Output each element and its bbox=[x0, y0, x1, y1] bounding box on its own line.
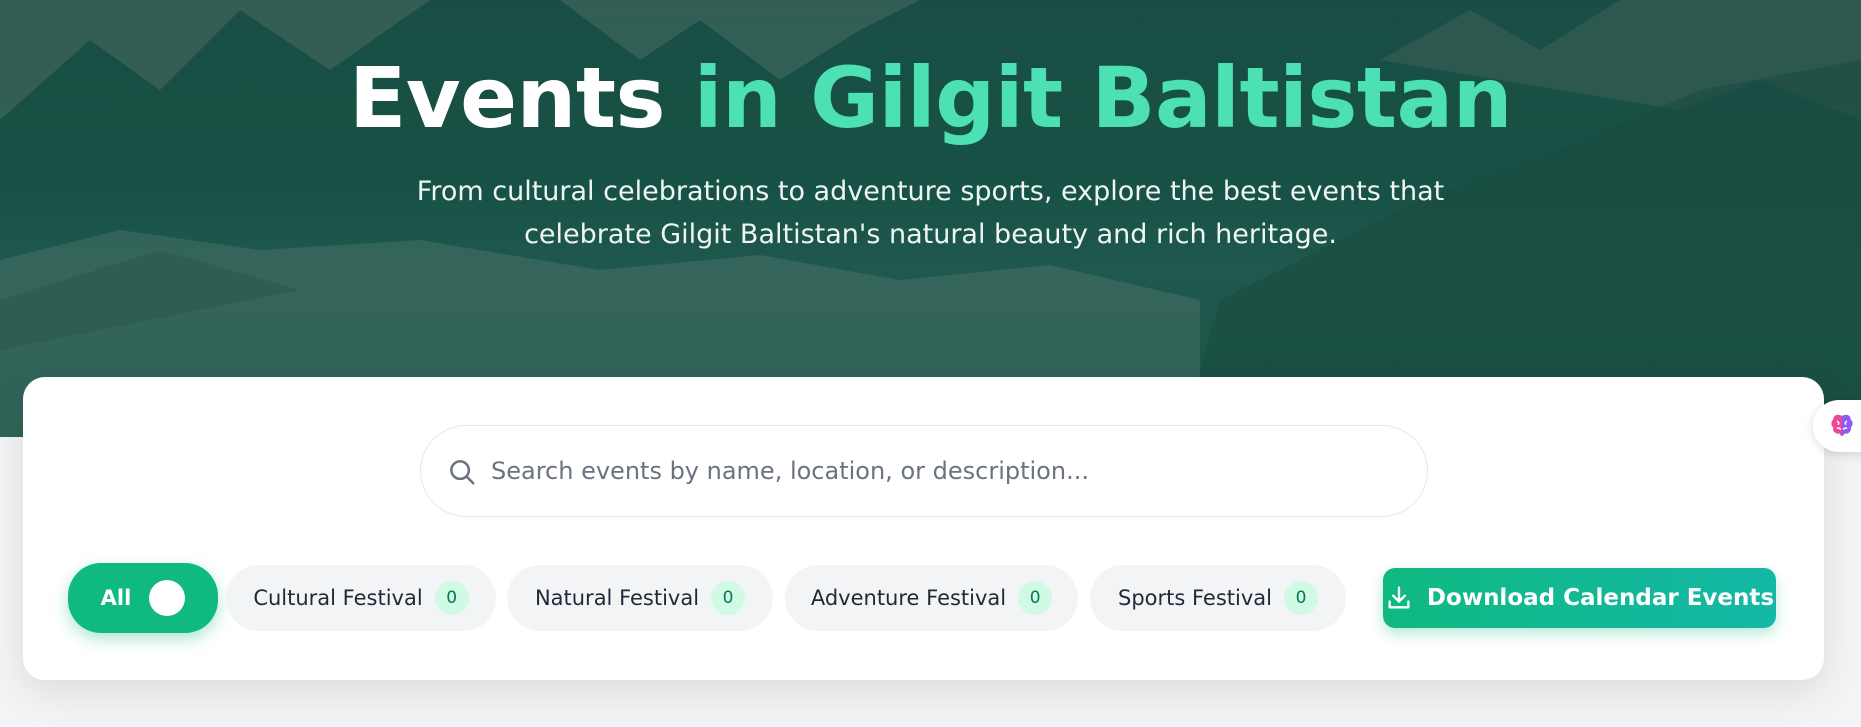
download-icon bbox=[1388, 586, 1410, 609]
filter-natural-festival[interactable]: Natural Festival 0 bbox=[507, 565, 773, 631]
search-icon bbox=[450, 460, 475, 485]
page-title: Events in Gilgit Baltistan bbox=[0, 44, 1861, 152]
subtitle-line-2: celebrate Gilgit Baltistan's natural bea… bbox=[524, 219, 1337, 250]
toggle-knob bbox=[149, 580, 186, 616]
download-label: Download Calendar Events bbox=[1426, 585, 1775, 611]
subtitle-line-1: From cultural celebrations to adventure … bbox=[416, 176, 1445, 207]
filter-label: Adventure Festival bbox=[810, 586, 1007, 610]
filter-adventure-festival[interactable]: Adventure Festival 0 bbox=[785, 565, 1078, 631]
search-bar bbox=[420, 425, 1428, 517]
filter-count-badge: 0 bbox=[711, 581, 746, 615]
filter-count-badge: 0 bbox=[1018, 581, 1053, 615]
filter-card: All Cultural Festival 0 Natural Festival… bbox=[23, 377, 1824, 680]
filter-count-badge: 0 bbox=[1283, 581, 1318, 615]
title-plain: Events bbox=[348, 49, 666, 147]
brain-icon bbox=[1831, 414, 1853, 436]
filter-label: Cultural Festival bbox=[253, 586, 423, 610]
filter-all-toggle[interactable]: All bbox=[68, 563, 218, 633]
filter-sports-festival[interactable]: Sports Festival 0 bbox=[1090, 565, 1346, 631]
filter-label: Natural Festival bbox=[534, 586, 700, 610]
filter-label: Sports Festival bbox=[1118, 586, 1272, 610]
filter-cultural-festival[interactable]: Cultural Festival 0 bbox=[226, 565, 496, 631]
title-accent: in Gilgit Baltistan bbox=[693, 49, 1513, 147]
page-subtitle: From cultural celebrations to adventure … bbox=[0, 170, 1861, 256]
filter-count-badge: 0 bbox=[434, 581, 469, 615]
hero-banner: Events in Gilgit Baltistan From cultural… bbox=[0, 0, 1861, 437]
brain-extension-button[interactable] bbox=[1813, 400, 1861, 452]
filter-all-label: All bbox=[100, 586, 132, 610]
download-calendar-button[interactable]: Download Calendar Events bbox=[1383, 568, 1776, 628]
search-input[interactable] bbox=[491, 426, 1391, 516]
